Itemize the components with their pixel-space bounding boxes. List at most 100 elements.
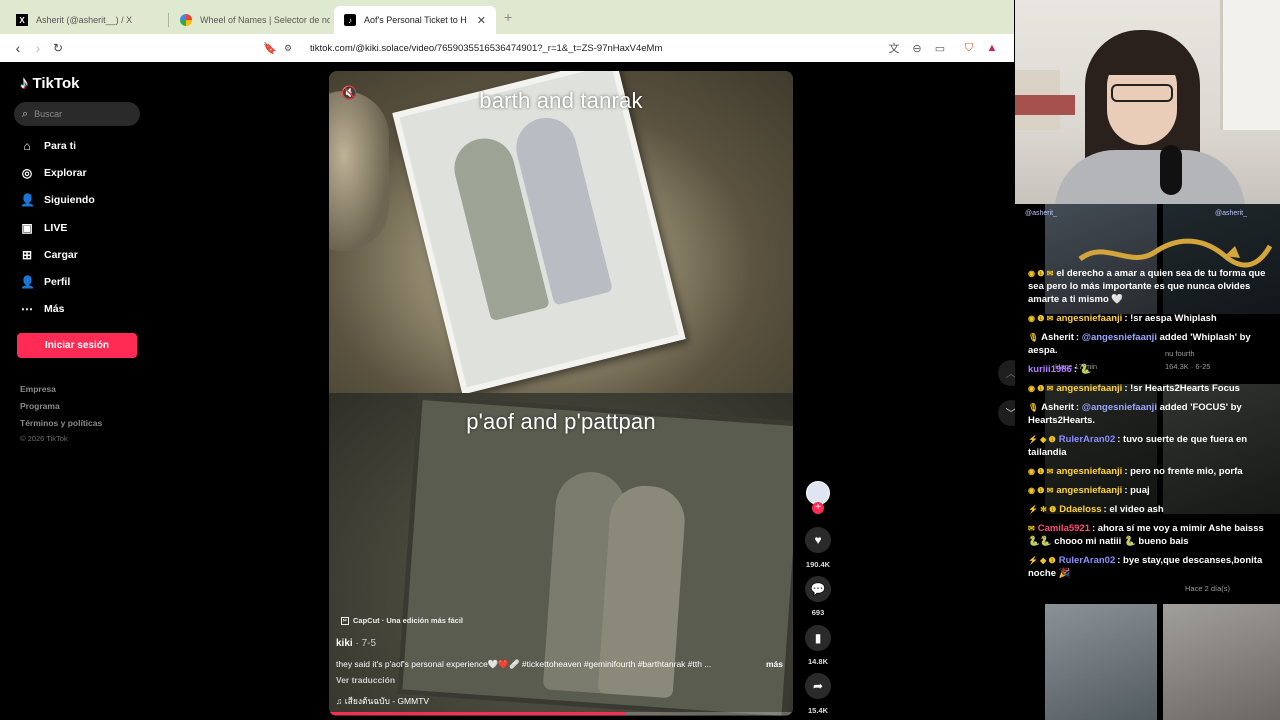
copyright: © 2026 TikTok xyxy=(20,434,68,443)
chat-username[interactable]: Asherit xyxy=(1041,402,1074,413)
sidebar-item-label: LIVE xyxy=(44,222,68,234)
stream-overlay: @asherit_ @asherit_ Hace 17 min 164.3K ·… xyxy=(1015,204,1280,720)
search-input[interactable] xyxy=(34,109,125,119)
translate-icon[interactable]: 文 xyxy=(886,40,902,56)
video-frame-top xyxy=(329,71,793,395)
like-count: 190.4K xyxy=(805,560,831,569)
chat-username[interactable]: kuriii1986 xyxy=(1028,364,1072,375)
chat-badges-icon: 🎙 xyxy=(1028,403,1039,412)
zoom-icon[interactable]: ⊖ xyxy=(909,40,925,56)
reload-icon[interactable]: ↻ xyxy=(49,39,67,57)
chat-message: ⚡ ✻ ❶ Ddaeloss: el video ash xyxy=(1028,503,1268,516)
chat-message: ✉ Camila5921: ahora sí me voy a mimir Ash… xyxy=(1028,522,1268,548)
chat-message: 🎙 Asherit: @angesniefaanji added 'Whiplas… xyxy=(1028,331,1268,357)
bookmark-icon[interactable]: 🔖 xyxy=(261,39,279,57)
chat-username[interactable]: Asherit xyxy=(1041,332,1074,343)
chat-text: : el video ash xyxy=(1103,504,1164,515)
sidebar-item-perfil[interactable]: 👤 Perfil xyxy=(20,272,70,292)
chat-message: ◉ ❶ ✉ angesniefaanji: !sr Hearts2Hearts F… xyxy=(1028,382,1268,395)
chat-badges-icon: ⚡ ◆ ❶ xyxy=(1028,556,1056,565)
sidebar-item-cargar[interactable]: ⊞ Cargar xyxy=(20,245,78,265)
site-settings-icon[interactable]: ⚙ xyxy=(284,43,298,54)
tab-wheel-of-names[interactable]: G Wheel of Names | Selector de nomb xyxy=(170,6,330,34)
brave-shield-icon[interactable]: ⛉ xyxy=(961,40,977,56)
footer-link-empresa[interactable]: Empresa xyxy=(20,384,56,394)
chat-username[interactable]: RulerAran02 xyxy=(1059,434,1116,445)
chat-list: ◉ ❶ ✉ el derecho a amar a quien sea de tu… xyxy=(1028,267,1268,586)
video-caption-bottom: p'aof and p'pattpan xyxy=(466,409,656,434)
bookmark-icon: ▮ xyxy=(814,631,822,645)
video-player[interactable]: barth and tanrak p'aof and p'pattpan 🔇 ✂… xyxy=(329,71,793,716)
overlay-handle-left: @asherit_ xyxy=(1025,210,1058,217)
mute-icon[interactable]: 🔇 xyxy=(341,85,357,101)
translate-link[interactable]: Ver traducción xyxy=(336,675,395,685)
video-description: they said it's p'aof's personal experien… xyxy=(336,659,712,669)
author-name: kiki xyxy=(336,638,353,649)
sidebar-item-live[interactable]: ▣ LIVE xyxy=(20,218,67,238)
follow-plus-icon[interactable]: + xyxy=(812,502,824,514)
heart-icon: ♥ xyxy=(814,533,822,547)
progress-bar[interactable] xyxy=(329,712,793,715)
sidebar-item-explorar[interactable]: ◎ Explorar xyxy=(20,163,87,183)
music-title: เสียงต้นฉบับ - GMMTV xyxy=(344,696,430,706)
tiktok-logo[interactable]: ♪ TikTok xyxy=(20,73,79,93)
chat-text: : !sr Hearts2Hearts Focus xyxy=(1124,383,1240,394)
chat-username[interactable]: angesniefaanji xyxy=(1056,485,1122,496)
footer-link-terminos[interactable]: Términos y políticas xyxy=(20,418,102,428)
profile-icon: 👤 xyxy=(20,275,35,289)
footer-link-programa[interactable]: Programa xyxy=(20,401,60,411)
sidebar-item-label: Cargar xyxy=(44,249,78,261)
chat-message: ⚡ ◆ ❶ RulerAran02: tuvo suerte de que fue… xyxy=(1028,433,1268,459)
new-tab-icon[interactable]: + xyxy=(504,9,512,25)
like-button[interactable]: ♥ xyxy=(805,527,831,553)
tab-title: Aof's Personal Ticket to Heaven xyxy=(364,15,467,25)
chat-mention: @angesniefaanji xyxy=(1081,332,1157,343)
close-tab-icon[interactable]: ✕ xyxy=(477,14,486,27)
chat-badges-icon: ◉ ❶ ✉ xyxy=(1028,467,1054,476)
login-button[interactable]: Iniciar sesión xyxy=(17,333,137,358)
upload-icon: ⊞ xyxy=(21,248,33,262)
chat-badges-icon: ⚡ ◆ ❶ xyxy=(1028,435,1056,444)
tab-x[interactable]: X Asherit (@asherit__) / X xyxy=(6,6,166,34)
sidebar-item-label: Explorar xyxy=(44,167,87,179)
chat-message: ◉ ❶ ✉ angesniefaanji: !sr aespa Whiplash xyxy=(1028,312,1268,325)
rewards-icon[interactable]: ▲ xyxy=(984,40,1000,56)
webcam-feed xyxy=(1015,0,1280,204)
sidebar-item-label: Para ti xyxy=(44,140,77,152)
sidebar-item-mas[interactable]: ⋯ Más xyxy=(20,299,64,319)
sidebar-item-label: Siguiendo xyxy=(44,194,95,206)
url-field[interactable]: ⚙ tiktok.com/@kiki.solace/video/76590355… xyxy=(284,38,884,58)
home-icon: ⌂ xyxy=(23,139,31,153)
search-icon: ⌕ xyxy=(22,107,29,120)
capcut-watermark: ✂ CapCut · Una edición más fácil xyxy=(341,616,463,625)
chat-text: : 🐍 xyxy=(1073,364,1092,375)
cast-icon[interactable]: ▭ xyxy=(932,40,948,56)
chat-username[interactable]: angesniefaanji xyxy=(1056,313,1122,324)
more-button[interactable]: más xyxy=(766,659,783,669)
share-button[interactable]: ➦ xyxy=(805,673,831,699)
chat-username[interactable]: RulerAran02 xyxy=(1059,555,1116,566)
overlay-handle-right: @asherit_ xyxy=(1215,210,1248,217)
capcut-icon: ✂ xyxy=(341,616,349,625)
chat-username[interactable]: Camila5921 xyxy=(1038,523,1090,534)
chat-username[interactable]: angesniefaanji xyxy=(1056,383,1122,394)
chat-badges-icon: ◉ ❶ ✉ xyxy=(1028,269,1054,278)
comment-button[interactable]: 💬 xyxy=(805,576,831,602)
forward-icon[interactable]: › xyxy=(29,39,47,57)
video-author[interactable]: kiki · 7-5 xyxy=(336,638,376,649)
chat-badges-icon: ⚡ ✻ ❶ xyxy=(1028,505,1057,514)
chat-message: ⚡ ◆ ❶ RulerAran02: bye stay,que descanses… xyxy=(1028,554,1268,580)
search-box[interactable]: ⌕ xyxy=(14,102,140,126)
chat-text: el derecho a amar a quien sea de tu form… xyxy=(1028,268,1266,305)
sidebar-item-para-ti[interactable]: ⌂ Para ti xyxy=(20,136,76,156)
tab-tiktok[interactable]: ♪ Aof's Personal Ticket to Heaven ✕ xyxy=(334,6,496,34)
chat-username[interactable]: Ddaeloss xyxy=(1059,504,1101,515)
sidebar-item-siguiendo[interactable]: 👤 Siguiendo xyxy=(20,190,95,210)
screen: X Asherit (@asherit__) / X G Wheel of Na… xyxy=(0,0,1280,720)
chat-username[interactable]: angesniefaanji xyxy=(1056,466,1122,477)
music-link[interactable]: ♫ เสียงต้นฉบับ - GMMTV xyxy=(336,694,429,708)
back-icon[interactable]: ‹ xyxy=(9,39,27,57)
progress-fill xyxy=(329,712,626,715)
chat-message: kuriii1986: 🐍 xyxy=(1028,363,1268,376)
save-button[interactable]: ▮ xyxy=(805,625,831,651)
